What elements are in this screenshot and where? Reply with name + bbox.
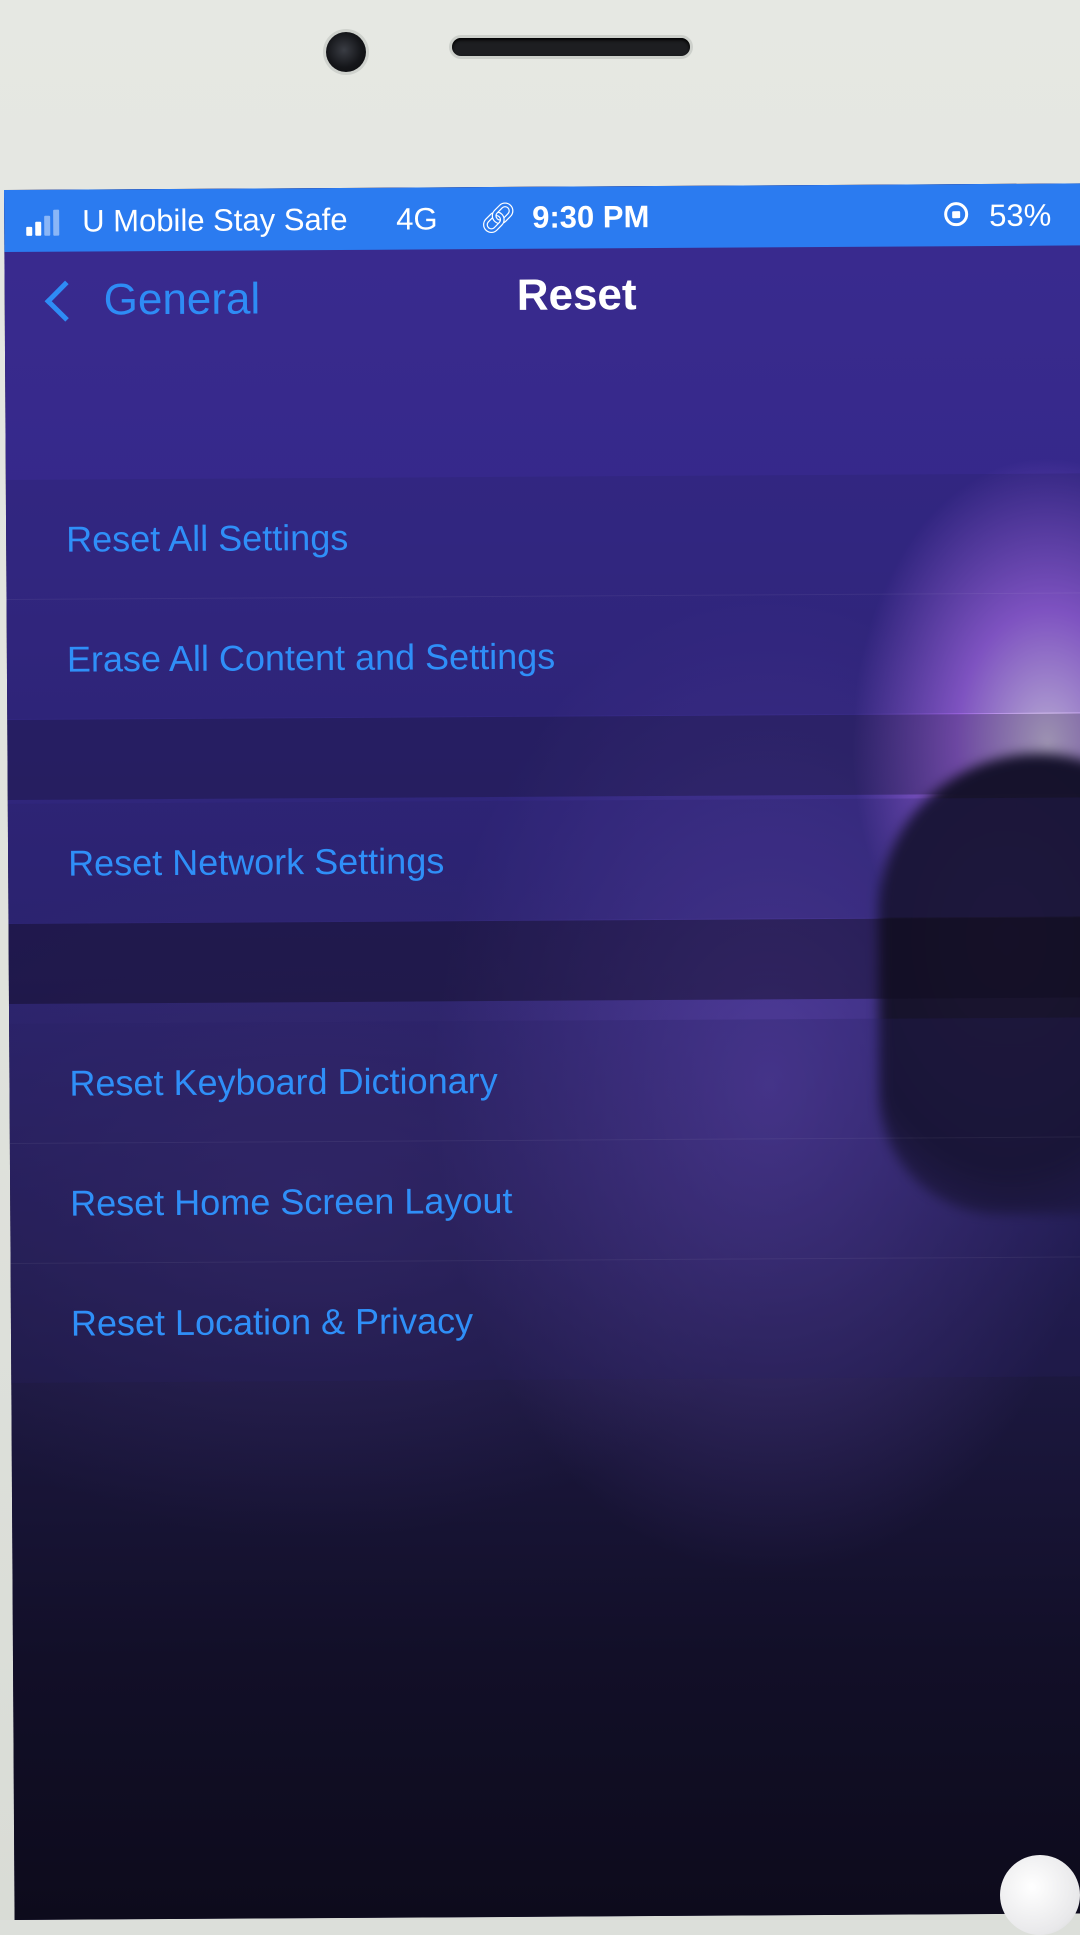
- battery-percentage: 53%: [989, 197, 1052, 233]
- link-icon: 🔗︎: [479, 201, 518, 236]
- reset-group-1: Reset All Settings Erase All Content and…: [5, 473, 1080, 719]
- reset-all-settings[interactable]: Reset All Settings: [5, 473, 1080, 600]
- carrier-name: U Mobile Stay Safe: [82, 201, 348, 239]
- navigation-bar: General Reset: [4, 245, 1080, 382]
- reset-home-screen-layout[interactable]: Reset Home Screen Layout: [9, 1137, 1080, 1264]
- section-gap: [7, 713, 1080, 800]
- front-camera: [326, 32, 366, 72]
- rotation-lock-icon: [944, 202, 969, 227]
- signal-icon: [26, 206, 60, 236]
- reset-network-settings[interactable]: Reset Network Settings: [8, 797, 1080, 923]
- earpiece-speaker: [452, 38, 690, 56]
- reset-group-2: Reset Network Settings: [7, 797, 1080, 923]
- assistive-touch-button[interactable]: [1000, 1855, 1080, 1935]
- erase-all-content-and-settings[interactable]: Erase All Content and Settings: [7, 593, 1080, 719]
- page-title: Reset: [5, 267, 1080, 324]
- status-time: 9:30 PM: [532, 199, 650, 235]
- phone-screen: U Mobile Stay Safe 4G 🔗︎ 9:30 PM 53% Gen…: [4, 183, 1080, 1920]
- reset-keyboard-dictionary[interactable]: Reset Keyboard Dictionary: [9, 1017, 1080, 1144]
- network-type: 4G: [396, 201, 438, 237]
- page-title-text: Reset: [516, 270, 637, 320]
- reset-group-3: Reset Keyboard Dictionary Reset Home Scr…: [9, 1017, 1080, 1383]
- section-gap: [8, 917, 1080, 1004]
- reset-location-and-privacy[interactable]: Reset Location & Privacy: [11, 1257, 1080, 1383]
- status-bar: U Mobile Stay Safe 4G 🔗︎ 9:30 PM 53%: [4, 183, 1080, 252]
